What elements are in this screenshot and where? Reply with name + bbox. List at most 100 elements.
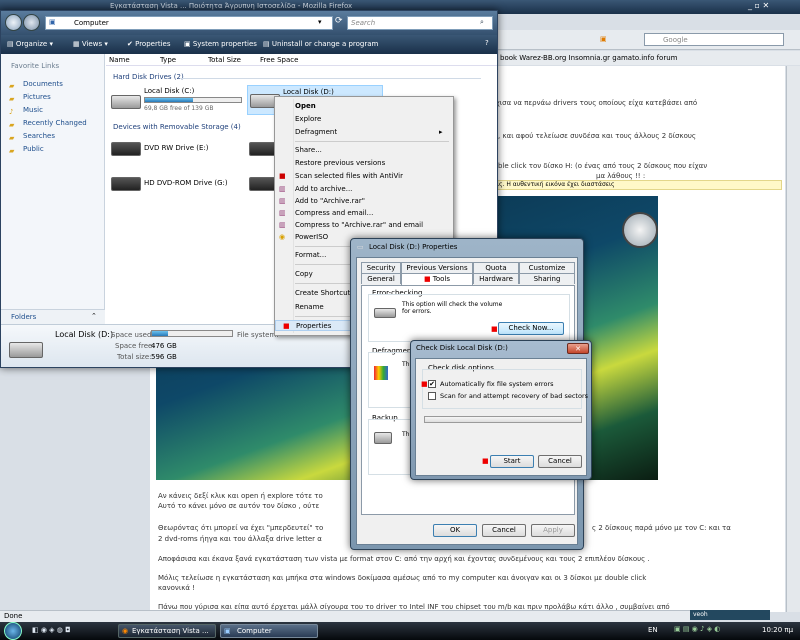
menu-poweriso-label: PowerISO	[295, 233, 329, 241]
drive-c-usage-fill	[145, 98, 193, 102]
search-icon[interactable]: ⌕	[480, 18, 484, 27]
menu-compress-email[interactable]: ▥ Compress and email...	[275, 208, 453, 219]
group-removable[interactable]: Devices with Removable Storage (4)	[113, 123, 241, 131]
browser-scrollbar[interactable]	[786, 66, 800, 612]
drive-c[interactable]: Local Disk (C:) 69,8 GB free of 139 GB	[109, 85, 249, 117]
clock[interactable]: 10:20 πμ	[762, 626, 793, 634]
chevron-up-icon: ⌃	[91, 312, 97, 320]
column-type[interactable]: Type	[160, 56, 176, 64]
check-disk-cancel-button[interactable]: Cancel	[538, 455, 582, 468]
tab-label: Previous Versions	[406, 264, 468, 272]
sidebar-item-pictures[interactable]: Pictures	[1, 91, 101, 103]
close-button[interactable]: ✕	[567, 343, 589, 354]
hard-disk-icon	[111, 95, 141, 109]
space-free-value: 476 GB	[151, 342, 177, 350]
menu-compress-email-label: Compress and email...	[295, 209, 374, 217]
tray-icons[interactable]: ▣ ▤ ◉ ♪ ◈ ◐	[674, 625, 720, 633]
column-name[interactable]: Name	[109, 56, 130, 64]
folders-label: Folders	[11, 313, 37, 321]
menu-defragment[interactable]: Defragment ▸	[275, 127, 453, 138]
clock-gadget-icon	[622, 212, 658, 248]
start-button[interactable]: Start	[490, 455, 534, 468]
system-properties-button[interactable]: ▣ System properties	[184, 40, 257, 48]
address-dropdown-icon[interactable]: ▾	[318, 18, 322, 26]
tab-customize[interactable]: Customize	[519, 262, 575, 273]
system-properties-label: System properties	[192, 40, 257, 48]
address-bar[interactable]: ▣ Computer ▾	[45, 16, 333, 30]
check-disk-cancel-label: Cancel	[548, 457, 572, 465]
tab-general[interactable]: General	[361, 273, 401, 284]
tab-quota[interactable]: Quota	[473, 262, 519, 273]
tab-label: Hardware	[479, 275, 513, 283]
ok-label: OK	[449, 526, 461, 534]
browser-title: Εγκατάσταση Vista ... Ποιότητα Άγρυπνη Ι…	[110, 2, 353, 10]
forward-button[interactable]	[23, 14, 40, 31]
hd-dvd-drive[interactable]: HD DVD-ROM Drive (G:)	[109, 171, 239, 197]
menu-share-label: Share...	[295, 146, 322, 154]
poweriso-icon: ◉	[279, 233, 286, 241]
cancel-button[interactable]: Cancel	[482, 524, 526, 537]
sidebar-item-public[interactable]: Public	[1, 143, 101, 155]
tab-hardware[interactable]: Hardware	[473, 273, 519, 284]
feed-icon[interactable]: ▣	[600, 35, 607, 43]
sidebar-item-music[interactable]: Music	[1, 104, 101, 116]
browser-window-controls[interactable]: _ ▫ ✕	[748, 1, 769, 10]
menu-add-archive-rar[interactable]: ▥ Add to "Archive.rar"	[275, 196, 453, 207]
menu-compress-rar-email[interactable]: ▥ Compress to "Archive.rar" and email	[275, 220, 453, 231]
properties-title: Local Disk (D:) Properties	[369, 243, 458, 251]
group-hard-disks[interactable]: Hard Disk Drives (2)	[113, 73, 184, 81]
tab-previous-versions[interactable]: Previous Versions	[401, 262, 473, 273]
auto-fix-label: Automatically fix file system errors	[440, 380, 554, 388]
menu-add-archive[interactable]: ▥ Add to archive...	[275, 184, 453, 195]
google-search-input[interactable]: Google	[644, 33, 784, 46]
hard-disk-icon	[9, 342, 43, 358]
taskbar-task-1[interactable]: ◉ Εγκατάσταση Vista ...	[118, 624, 216, 638]
properties-label: Properties	[135, 40, 171, 48]
menu-restore-versions[interactable]: Restore previous versions	[275, 158, 453, 169]
ok-button[interactable]: OK	[433, 524, 477, 537]
menu-open[interactable]: Open	[275, 101, 453, 112]
menu-create-shortcut-label: Create Shortcut	[295, 289, 351, 297]
bookmarks-bar: book Warez-BB.org Insomnia.gr gamato.inf…	[496, 51, 800, 65]
sidebar-item-searches[interactable]: Searches	[1, 130, 101, 142]
drive-title-icon: ▭	[357, 243, 364, 251]
help-icon[interactable]: ?	[485, 39, 489, 47]
folders-toggle[interactable]: Folders ⌃	[1, 309, 105, 324]
veoh-badge[interactable]: veoh	[690, 610, 770, 620]
winrar-icon: ▥	[279, 221, 286, 229]
organize-button[interactable]: ▤ Organize ▾	[7, 40, 53, 48]
drive-c-free: 69,8 GB free of 139 GB	[144, 105, 214, 112]
space-used-label: Space used:	[111, 331, 154, 339]
post-line-2: Αυτό το κάνει μόνο σε αυτόν τον δίσκο , …	[158, 502, 320, 510]
quick-launch-icons[interactable]: ◧ ◉ ◈ ◍ ◘	[32, 626, 71, 634]
post-text-3: ble click τον δίσκο H: (ο ένας από τους …	[498, 162, 708, 170]
uninstall-button[interactable]: ▤ Uninstall or change a program	[263, 40, 378, 48]
dvd-drive-icon	[111, 142, 141, 156]
apply-button[interactable]: Apply	[531, 524, 575, 537]
dvd-rw-drive[interactable]: DVD RW Drive (E:)	[109, 136, 239, 162]
scan-sectors-checkbox[interactable]	[428, 392, 436, 400]
column-free-space[interactable]: Free Space	[260, 56, 298, 64]
sidebar-item-documents[interactable]: Documents	[1, 78, 101, 90]
taskbar-task-2[interactable]: ▣ Computer	[220, 624, 318, 638]
sidebar-item-recently-changed[interactable]: Recently Changed	[1, 117, 101, 129]
menu-scan-antivir[interactable]: ■ Scan selected files with AntiVir	[275, 171, 453, 182]
bookmarks-text[interactable]: book Warez-BB.org Insomnia.gr gamato.inf…	[500, 54, 677, 62]
back-button[interactable]	[5, 14, 22, 31]
tab-security[interactable]: Security	[361, 262, 401, 273]
column-total-size[interactable]: Total Size	[208, 56, 241, 64]
cancel-label: Cancel	[492, 526, 516, 534]
scan-sectors-label: Scan for and attempt recovery of bad sec…	[440, 392, 589, 400]
start-orb-icon[interactable]	[4, 622, 22, 640]
menu-share[interactable]: Share...	[275, 145, 453, 156]
refresh-button[interactable]: ⟳	[335, 16, 347, 30]
properties-button[interactable]: ✔ Properties	[127, 40, 170, 48]
tabs-row-1: Security Previous Versions Quota Customi…	[361, 262, 575, 273]
check-now-button[interactable]: Check Now...	[498, 322, 564, 335]
tab-sharing[interactable]: Sharing	[519, 273, 575, 284]
views-button[interactable]: ▦ Views ▾	[73, 40, 108, 48]
language-indicator[interactable]: EN	[648, 626, 658, 634]
menu-explore[interactable]: Explore	[275, 114, 453, 125]
explorer-search-input[interactable]: Search ⌕	[347, 16, 493, 30]
auto-fix-checkbox[interactable]: ✔	[428, 380, 436, 388]
